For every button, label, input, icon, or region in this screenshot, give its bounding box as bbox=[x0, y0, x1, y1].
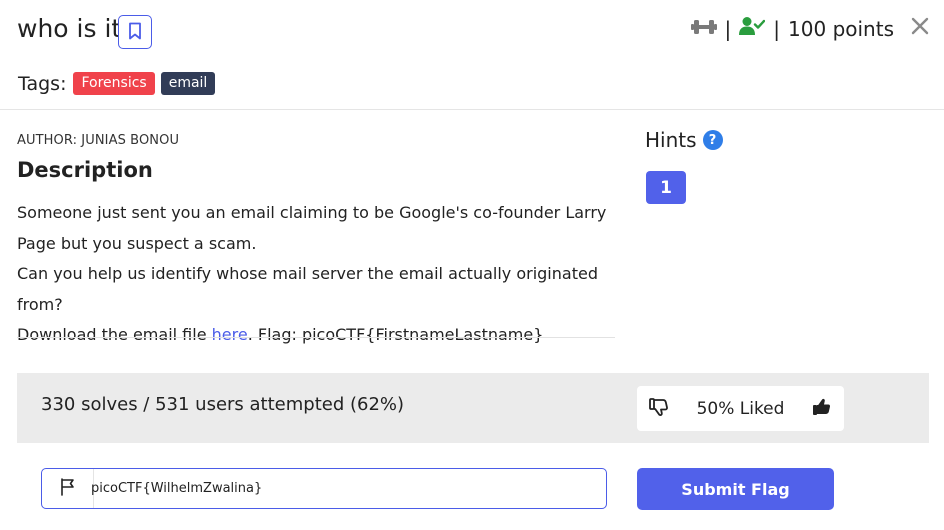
divider bbox=[17, 337, 615, 338]
description-text: Download the email file bbox=[17, 325, 212, 344]
description-title: Description bbox=[17, 158, 153, 182]
author-label: AUTHOR: JUNIAS BONOU bbox=[17, 133, 180, 148]
description-text: . Flag: picoCTF{FirstnameLastname} bbox=[247, 325, 544, 344]
dumbbell-icon bbox=[690, 14, 717, 44]
rating-box: 50% Liked bbox=[637, 386, 844, 431]
description-line: Download the email file here. Flag: pico… bbox=[17, 320, 617, 351]
flag-input-group bbox=[41, 468, 607, 509]
challenge-meta: | | 100 points bbox=[690, 14, 894, 44]
points-value: 100 points bbox=[788, 17, 894, 41]
close-icon bbox=[911, 9, 929, 42]
flag-input[interactable] bbox=[91, 469, 571, 508]
tag-email[interactable]: email bbox=[160, 72, 216, 95]
description-line: Can you help us identify whose mail serv… bbox=[17, 264, 598, 314]
hints-title: Hints bbox=[645, 128, 697, 152]
bookmark-button[interactable] bbox=[118, 15, 152, 49]
thumbs-down-icon[interactable] bbox=[649, 397, 669, 421]
challenge-header: who is it | | 100 points Tags: Forensics… bbox=[0, 0, 944, 110]
download-email-link[interactable]: here bbox=[212, 325, 248, 344]
tags-row: Tags: Forensics email bbox=[18, 72, 216, 95]
challenge-title: who is it bbox=[17, 14, 122, 43]
submit-flag-button[interactable]: Submit Flag bbox=[637, 468, 834, 510]
close-button[interactable] bbox=[908, 12, 932, 40]
stats-bar: 330 solves / 531 users attempted (62%) 5… bbox=[17, 373, 929, 443]
liked-percentage: 50% Liked bbox=[696, 398, 785, 419]
meta-separator: | bbox=[724, 17, 732, 41]
hints-heading: Hints ? bbox=[645, 128, 723, 152]
flag-icon bbox=[60, 477, 76, 500]
solves-stats: 330 solves / 531 users attempted (62%) bbox=[41, 394, 405, 415]
flag-icon-box bbox=[42, 469, 94, 508]
user-check-icon bbox=[739, 14, 766, 44]
hint-button-1[interactable]: 1 bbox=[646, 171, 686, 204]
bookmark-icon bbox=[128, 22, 142, 43]
thumbs-up-icon[interactable] bbox=[812, 397, 832, 421]
help-icon[interactable]: ? bbox=[702, 130, 723, 150]
tag-forensics[interactable]: Forensics bbox=[73, 72, 155, 95]
description-body: Someone just sent you an email claiming … bbox=[17, 198, 617, 351]
tags-label: Tags: bbox=[18, 72, 67, 95]
description-line: Someone just sent you an email claiming … bbox=[17, 203, 607, 253]
meta-separator-2: | bbox=[773, 17, 781, 41]
